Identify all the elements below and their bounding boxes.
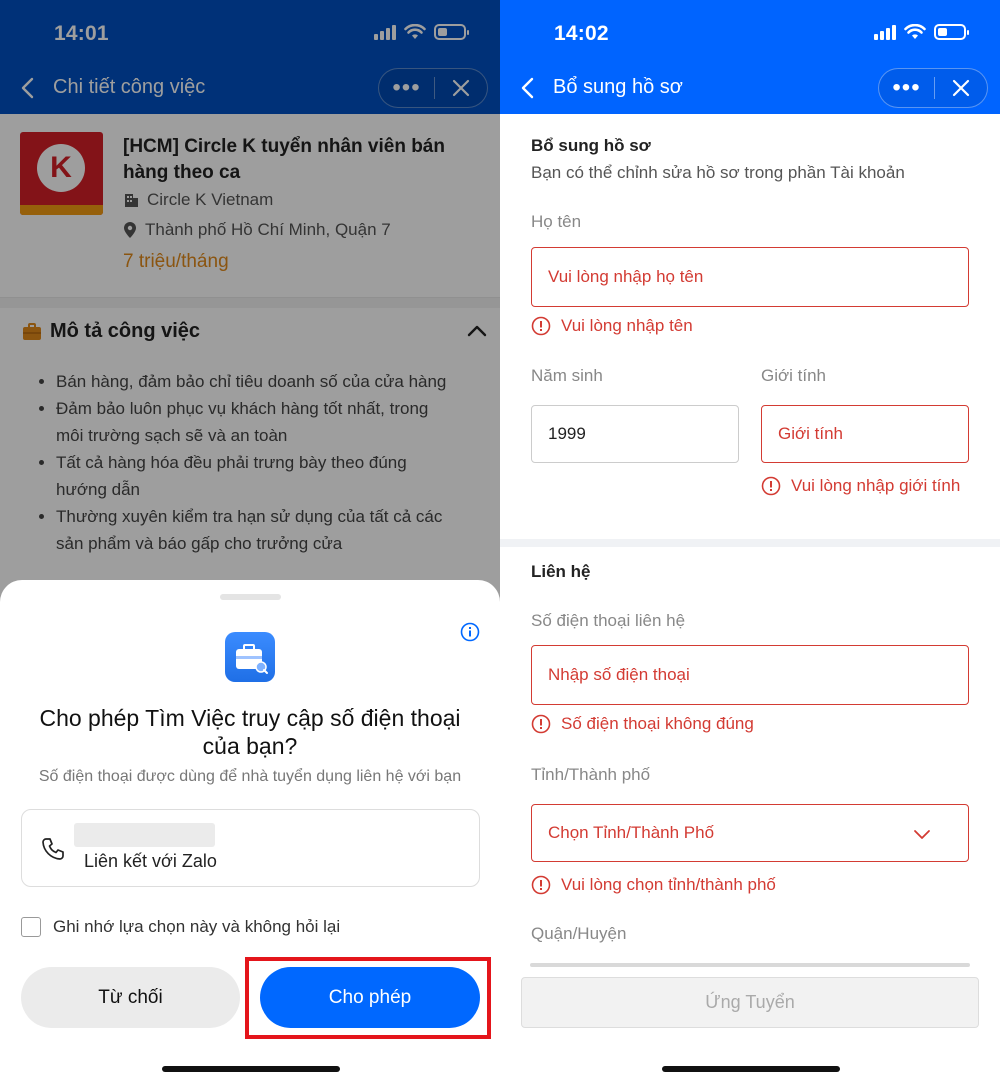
phone-error-text: Số điện thoại không đúng <box>561 714 754 733</box>
apply-button[interactable]: Ứng Tuyển <box>521 977 979 1028</box>
province-error: Vui lòng chọn tỉnh/thành phố <box>531 875 776 895</box>
profile-subtitle: Bạn có thể chỉnh sửa hồ sơ trong phần Tà… <box>531 163 905 182</box>
province-error-text: Vui lòng chọn tỉnh/thành phố <box>561 875 776 894</box>
signal-icon <box>874 24 896 40</box>
nav-bar: Bổ sung hồ sơ ••• <box>500 62 1000 114</box>
gender-select[interactable]: Giới tính <box>761 405 969 463</box>
birth-year-label: Năm sinh <box>531 366 603 385</box>
permission-title: Cho phép Tìm Việc truy cập số điện thoại… <box>39 705 461 759</box>
info-icon[interactable] <box>460 622 480 642</box>
allow-button[interactable]: Cho phép <box>260 967 480 1028</box>
page-title: Bổ sung hồ sơ <box>553 76 683 98</box>
province-placeholder: Chọn Tỉnh/Thành Phố <box>548 823 715 842</box>
phone-input[interactable]: Nhập số điện thoại <box>531 645 969 705</box>
phone-error: Số điện thoại không đúng <box>531 714 754 734</box>
permission-sheet: Cho phép Tìm Việc truy cập số điện thoại… <box>0 580 500 1082</box>
home-indicator <box>662 1066 840 1072</box>
phone-icon <box>42 838 64 860</box>
gender-error: Vui lòng nhập giới tính <box>761 476 960 496</box>
battery-icon <box>934 24 969 40</box>
mini-app-controls: ••• <box>878 68 988 108</box>
contact-section: Liên hệ Số điện thoại liên hệ Nhập số đi… <box>500 547 1000 967</box>
birth-year-input[interactable]: 1999 <box>531 405 739 463</box>
section-divider <box>500 539 1000 547</box>
profile-form-screen: 14:02 Bổ sung hồ sơ ••• Bổ sung hồ sơ Bạ… <box>500 0 1000 1082</box>
phone-option[interactable]: Liên kết với Zalo <box>21 809 480 887</box>
error-icon <box>531 875 551 895</box>
error-icon <box>531 714 551 734</box>
bottom-bar: Ứng Tuyển <box>500 963 1000 1082</box>
gender-label: Giới tính <box>761 366 827 385</box>
remember-checkbox[interactable] <box>21 917 41 937</box>
district-field-edge <box>530 963 970 967</box>
gender-error-text: Vui lòng nhập giới tính <box>791 476 961 495</box>
name-input[interactable]: Vui lòng nhập họ tên <box>531 247 969 307</box>
sheet-grabber[interactable] <box>220 594 281 600</box>
home-indicator <box>162 1066 340 1072</box>
chevron-down-icon <box>914 830 930 839</box>
error-icon <box>761 476 781 496</box>
district-label: Quận/Huyện <box>531 924 627 943</box>
status-time: 14:02 <box>554 22 609 45</box>
close-button[interactable] <box>935 69 987 107</box>
province-label: Tỉnh/Thành phố <box>531 765 651 784</box>
name-error-text: Vui lòng nhập tên <box>561 316 693 335</box>
profile-heading: Bổ sung hồ sơ <box>531 136 651 155</box>
permission-subtitle: Số điện thoại được dùng để nhà tuyển dụn… <box>38 768 462 785</box>
profile-section: Bổ sung hồ sơ Bạn có thể chỉnh sửa hồ sơ… <box>500 114 1000 539</box>
remember-label: Ghi nhớ lựa chọn này và không hỏi lại <box>53 917 341 936</box>
status-bar: 14:02 <box>500 0 1000 62</box>
masked-phone-number <box>74 823 215 847</box>
province-select[interactable]: Chọn Tỉnh/Thành Phố <box>531 804 969 862</box>
name-label: Họ tên <box>531 212 582 231</box>
remember-choice[interactable]: Ghi nhớ lựa chọn này và không hỏi lại <box>21 917 340 937</box>
contact-heading: Liên hệ <box>531 562 591 581</box>
job-detail-screen: 14:01 Chi tiết công việc ••• K [HCM] Cir… <box>0 0 500 1082</box>
name-error: Vui lòng nhập tên <box>531 316 693 336</box>
back-icon[interactable] <box>516 74 542 102</box>
zalo-link-label: Liên kết với Zalo <box>84 851 217 871</box>
close-icon <box>952 79 970 97</box>
error-icon <box>531 316 551 336</box>
deny-button[interactable]: Từ chối <box>21 967 240 1028</box>
app-icon <box>225 632 275 682</box>
more-icon[interactable]: ••• <box>879 69 934 107</box>
phone-label: Số điện thoại liên hệ <box>531 611 686 630</box>
system-icons <box>874 24 969 40</box>
wifi-icon <box>904 24 926 39</box>
